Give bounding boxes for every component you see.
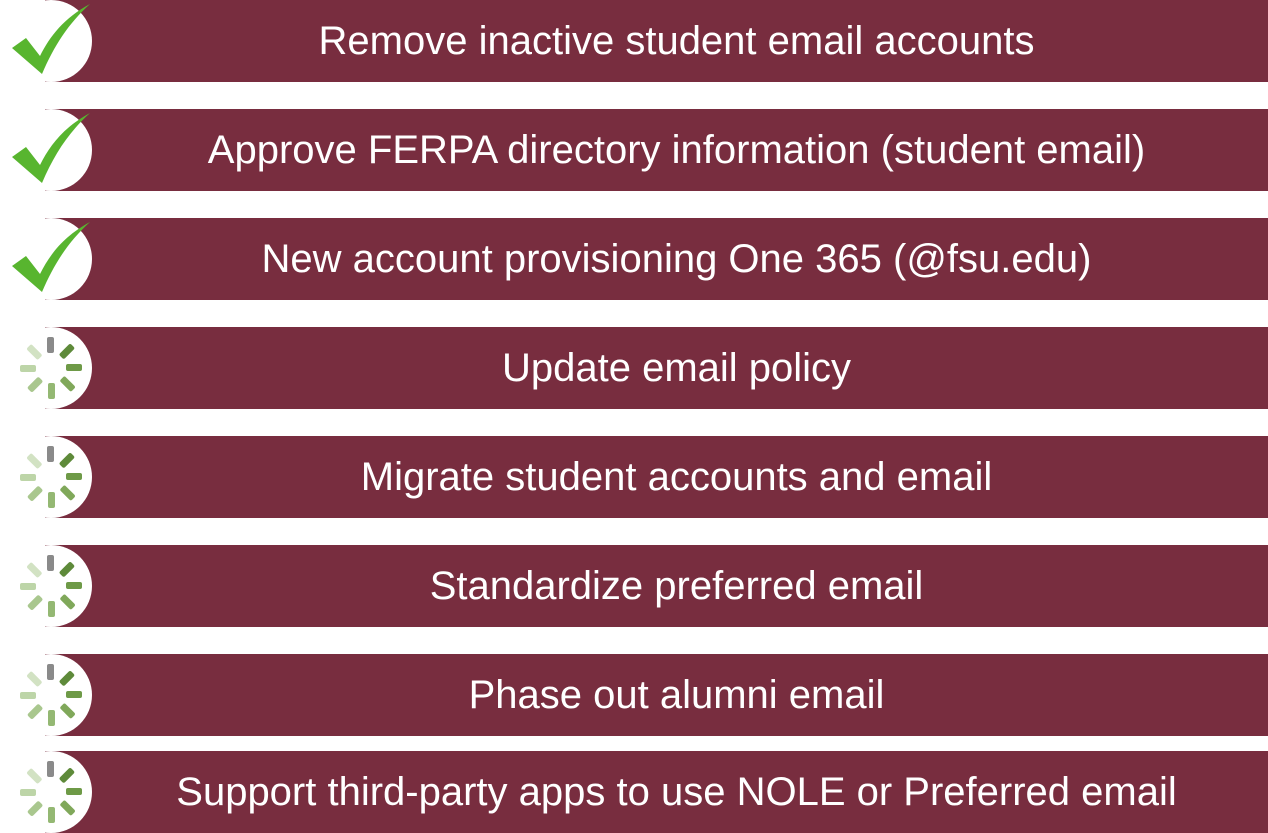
task-label: Phase out alumni email xyxy=(468,672,885,717)
loading-spinner-icon xyxy=(10,545,92,627)
task-bar: New account provisioning One 365 (@fsu.e… xyxy=(45,218,1268,300)
loading-spinner-icon xyxy=(10,751,92,833)
task-row: Migrate student accounts and email xyxy=(0,436,1268,518)
task-row: Remove inactive student email accounts xyxy=(0,0,1268,82)
loading-spinner-icon xyxy=(10,327,92,409)
checkmark-icon xyxy=(10,109,92,191)
task-bar: Standardize preferred email xyxy=(45,545,1268,627)
checkmark-icon xyxy=(10,0,92,82)
task-row: Standardize preferred email xyxy=(0,545,1268,627)
task-bar: Remove inactive student email accounts xyxy=(45,0,1268,82)
task-bar: Approve FERPA directory information (stu… xyxy=(45,109,1268,191)
task-bar: Update email policy xyxy=(45,327,1268,409)
task-label: Update email policy xyxy=(501,345,852,390)
loading-spinner-icon xyxy=(10,654,92,736)
task-label: Standardize preferred email xyxy=(429,563,924,608)
task-row: Approve FERPA directory information (stu… xyxy=(0,109,1268,191)
task-row: Update email policy xyxy=(0,327,1268,409)
task-bar: Phase out alumni email xyxy=(45,654,1268,736)
task-label: Migrate student accounts and email xyxy=(360,454,993,499)
task-bar: Migrate student accounts and email xyxy=(45,436,1268,518)
task-label: Remove inactive student email accounts xyxy=(318,18,1035,63)
loading-spinner-icon xyxy=(10,436,92,518)
task-bar: Support third-party apps to use NOLE or … xyxy=(45,751,1268,833)
task-label: Approve FERPA directory information (stu… xyxy=(207,127,1146,172)
checkmark-icon xyxy=(10,218,92,300)
task-label: New account provisioning One 365 (@fsu.e… xyxy=(261,236,1092,281)
task-label: Support third-party apps to use NOLE or … xyxy=(176,769,1177,814)
task-row: Phase out alumni email xyxy=(0,654,1268,736)
task-row: New account provisioning One 365 (@fsu.e… xyxy=(0,218,1268,300)
task-row: Support third-party apps to use NOLE or … xyxy=(0,751,1268,833)
